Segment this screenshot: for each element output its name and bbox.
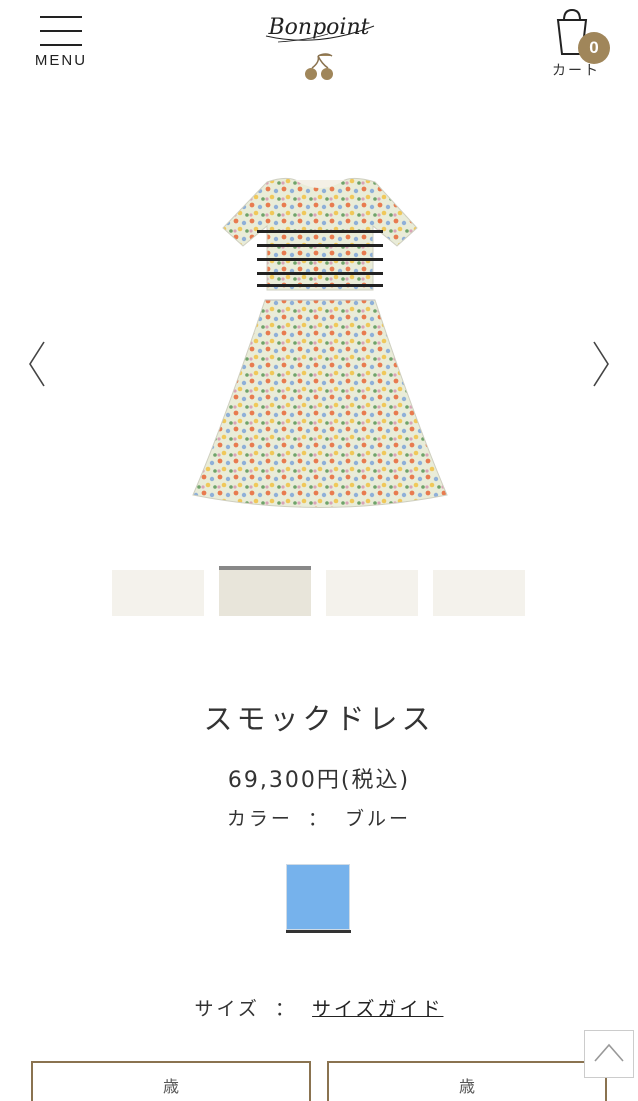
chevron-left-icon [29,341,45,387]
color-value: ブルー [345,808,412,830]
size-separator: ： [274,998,297,1020]
cart-label: カート [552,63,600,79]
back-to-top-button[interactable] [584,1030,634,1078]
thumbnail-3[interactable] [326,570,418,616]
color-separator: ： [307,808,330,830]
color-swatch-blue[interactable] [286,864,350,930]
product-title: スモックドレス [203,702,435,736]
size-row: サイズ ： サイズガイド [0,994,638,1021]
color-label: カラー [226,808,293,830]
cart-button[interactable]: 0 カート [548,6,612,79]
thumbnail-2[interactable] [219,566,311,616]
product-image [185,170,455,520]
color-row: カラー ： ブルー [0,804,638,831]
next-image-button[interactable] [588,340,612,388]
previous-image-button[interactable] [26,340,50,388]
size-label: サイズ [194,998,260,1020]
thumbnail-1[interactable] [112,570,204,616]
size-option-button[interactable]: 歳 [31,1061,311,1101]
chevron-right-icon [593,341,609,387]
chevron-up-icon [594,1043,624,1062]
brand-logo[interactable]: Bonpoint [258,4,380,82]
thumbnail-4[interactable] [433,570,525,616]
swatch-selected-indicator [286,930,351,933]
product-price: 69,300円(税込) [227,768,411,793]
size-option-button[interactable]: 歳 [327,1061,607,1101]
size-guide-link[interactable]: サイズガイド [312,998,443,1020]
menu-button[interactable]: MENU [30,14,92,72]
menu-label: MENU [34,52,88,69]
